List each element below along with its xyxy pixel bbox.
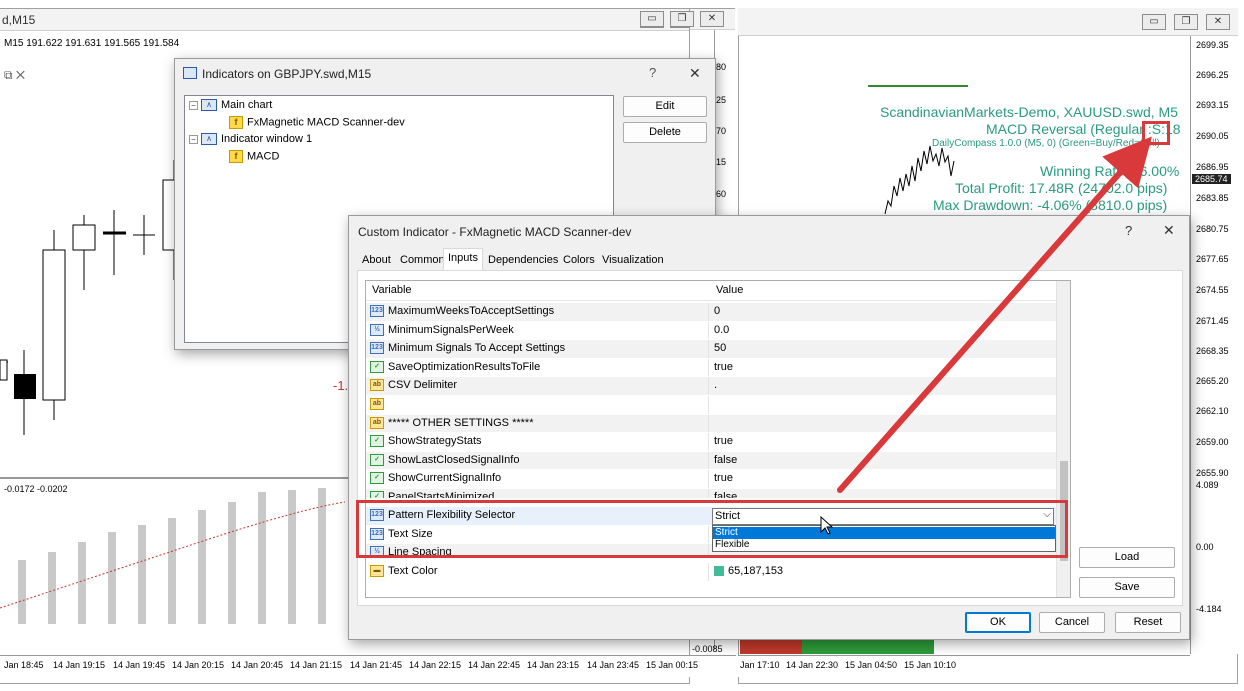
mouse-cursor xyxy=(820,516,834,535)
annotation-arrow xyxy=(837,136,1152,493)
